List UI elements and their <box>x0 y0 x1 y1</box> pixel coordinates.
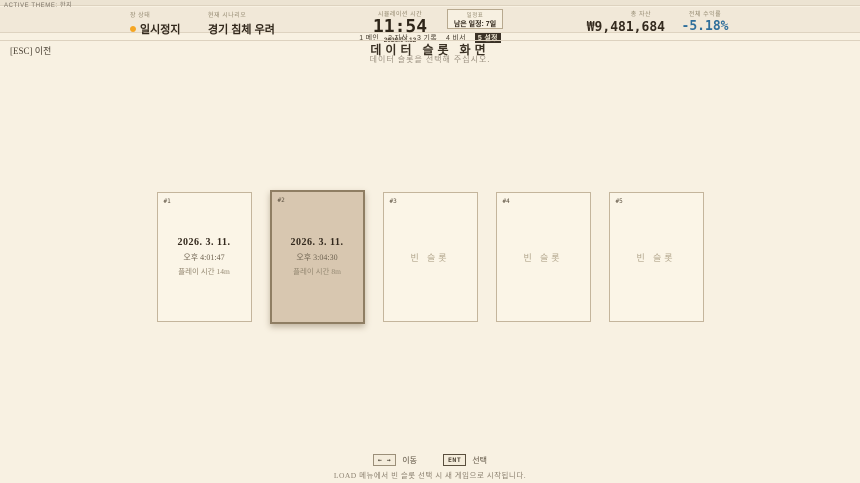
total-return-label: 전체 수익률 <box>676 9 734 18</box>
save-slot-5-empty[interactable]: #5 빈 슬롯 <box>609 192 704 322</box>
slot-playtime: 플레이 시간 8m <box>293 266 341 277</box>
save-slot-4-empty[interactable]: #4 빈 슬롯 <box>496 192 591 322</box>
footer-note: LOAD 메뉴에서 빈 슬롯 선택 시 새 게임으로 시작됩니다. <box>0 470 860 481</box>
schedule-box: 일정표 남은 일정: 7일 <box>447 9 503 29</box>
save-slot-1[interactable]: #1 2026. 3. 11. 오후 4:01:47 플레이 시간 14m <box>157 192 252 322</box>
scenario-label: 현재 시나리오 <box>208 10 275 19</box>
total-return-value: -5.18% <box>676 19 734 34</box>
key-hints: ← → 이동 ENT 선택 <box>0 454 860 466</box>
arrow-keys-icon: ← → <box>373 454 396 466</box>
schedule-remaining: 남은 일정: 7일 <box>448 19 502 29</box>
slot-list: #1 2026. 3. 11. 오후 4:01:47 플레이 시간 14m #2… <box>0 192 860 324</box>
hint-select: ENT 선택 <box>443 454 487 466</box>
total-assets-label: 총 자산 <box>570 9 665 18</box>
total-assets: 총 자산 ₩9,481,684 <box>570 9 665 35</box>
theme-bar: ACTIVE THEME: 한지 <box>0 0 860 6</box>
slot-number: #5 <box>616 198 623 205</box>
header-bar: 장 상태 일시정지 현재 시나리오 경기 침체 우려 시뮬레이션 시간 11:5… <box>0 7 860 33</box>
empty-slot-label: 빈 슬롯 <box>523 251 562 264</box>
scenario: 현재 시나리오 경기 침체 우려 <box>208 10 275 37</box>
page-subtitle: 데이터 슬롯을 선택해 주십시오. <box>0 54 860 65</box>
status-dot-icon <box>130 26 136 32</box>
hint-move-label: 이동 <box>402 455 417 466</box>
hint-select-label: 선택 <box>472 455 487 466</box>
schedule-label: 일정표 <box>448 11 502 19</box>
enter-key-icon: ENT <box>443 454 466 466</box>
market-status-label: 장 상태 <box>130 10 180 19</box>
slot-number: #2 <box>278 197 285 204</box>
slot-playtime: 플레이 시간 14m <box>178 266 230 277</box>
empty-slot-label: 빈 슬롯 <box>636 251 675 264</box>
save-slot-2-selected[interactable]: #2 2026. 3. 11. 오후 3:04:30 플레이 시간 8m <box>270 190 365 324</box>
market-status: 장 상태 일시정지 <box>130 10 180 37</box>
hint-move: ← → 이동 <box>373 454 417 466</box>
total-assets-value: ₩9,481,684 <box>570 20 665 35</box>
slot-number: #3 <box>390 198 397 205</box>
slot-number: #4 <box>503 198 510 205</box>
slot-save-date: 2026. 3. 11. <box>178 237 231 248</box>
slot-save-time: 오후 4:01:47 <box>183 252 224 263</box>
slot-save-date: 2026. 3. 11. <box>291 237 344 248</box>
total-return: 전체 수익률 -5.18% <box>676 9 734 34</box>
slot-save-time: 오후 3:04:30 <box>296 252 337 263</box>
save-slot-3-empty[interactable]: #3 빈 슬롯 <box>383 192 478 322</box>
slot-number: #1 <box>164 198 171 205</box>
empty-slot-label: 빈 슬롯 <box>410 251 449 264</box>
